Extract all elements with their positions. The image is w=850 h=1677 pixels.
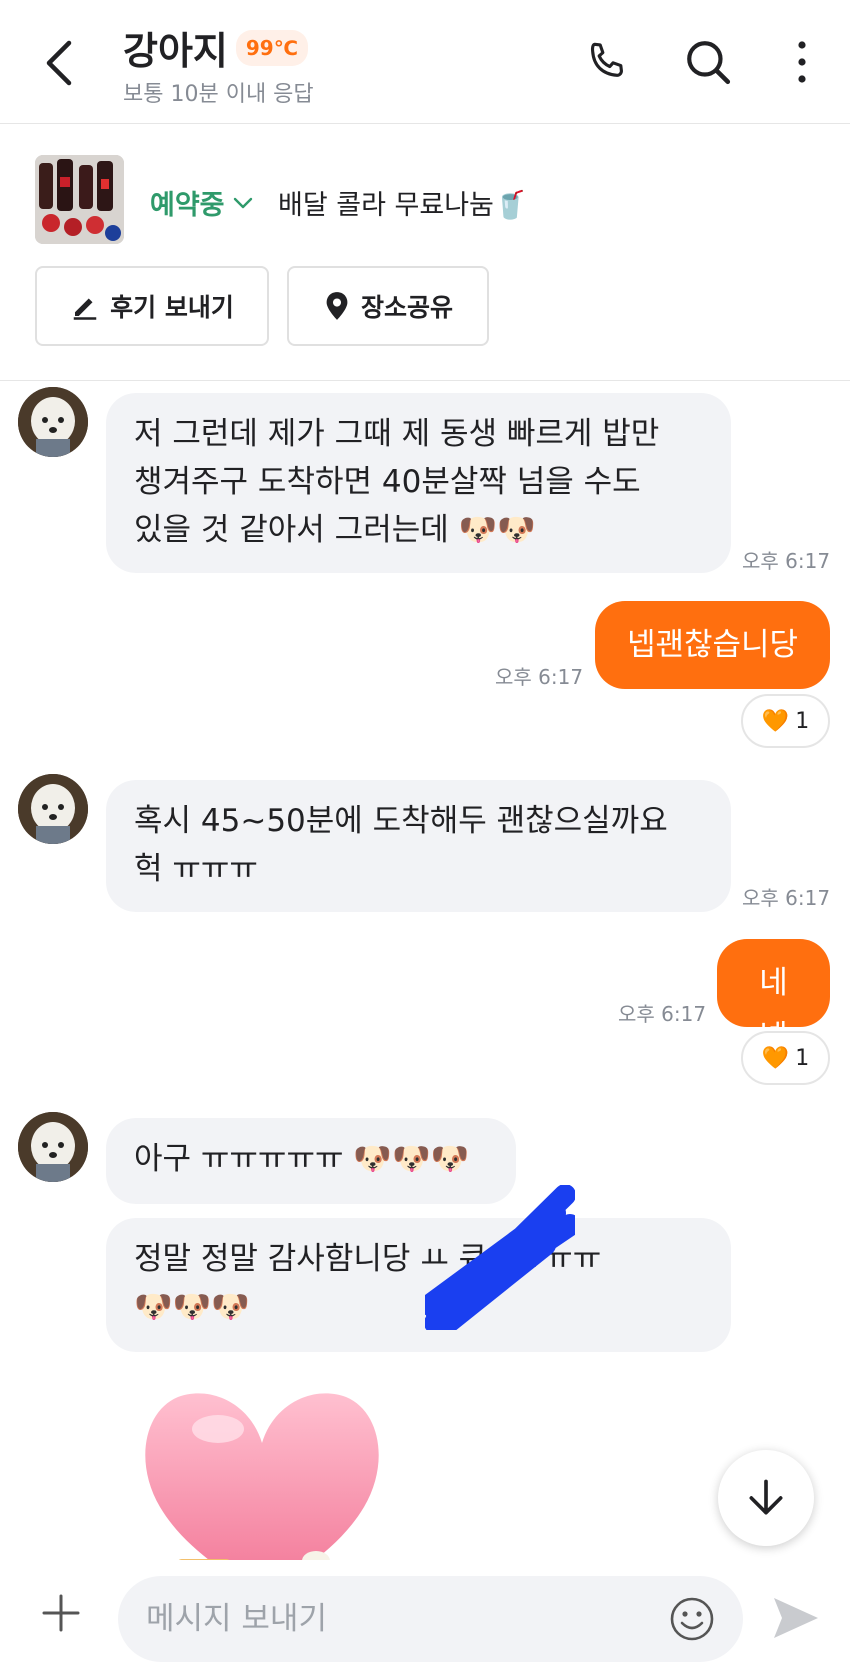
attach-button[interactable]: [36, 1588, 86, 1638]
message-line: 헉 ㅠㅠㅠ: [134, 851, 258, 887]
message-bubble-outgoing[interactable]: 넵괜찮습니당: [595, 601, 830, 689]
message-line: 있을 것 같아서 그러는데 🐶🐶: [134, 512, 536, 548]
cola-bottles-image: [35, 155, 124, 244]
blue-redaction-scribble: [425, 1185, 575, 1330]
partner-name: 강아지: [123, 29, 228, 73]
message-time: 오후 6:17: [495, 665, 584, 689]
dog-photo-avatar: [18, 387, 88, 457]
message-time: 오후 6:17: [618, 1002, 707, 1026]
reaction-badge[interactable]: 🧡 1: [741, 694, 830, 748]
partner-avatar[interactable]: [18, 1112, 88, 1182]
reaction-badge[interactable]: 🧡 1: [741, 1031, 830, 1085]
message-line: 정말 정말 감사함니당 ㅛ 큐ㅠㅠㅠㅠ: [134, 1241, 602, 1277]
reaction-count: 1: [795, 1045, 810, 1071]
more-button[interactable]: [776, 36, 828, 88]
message-line: 아구 ㅠㅠㅠㅠㅠ 🐶🐶🐶: [134, 1141, 470, 1177]
message-input-container: [118, 1576, 743, 1662]
message-time: 오후 6:17: [742, 886, 831, 910]
message-bubble-outgoing[interactable]: 네넵: [717, 939, 830, 1055]
more-vertical-icon: [798, 41, 806, 83]
message-line: 🐶🐶🐶: [134, 1289, 250, 1325]
manner-temperature-badge: 99℃: [235, 29, 308, 66]
share-location-button[interactable]: 장소공유: [287, 266, 489, 346]
location-pin-icon: [326, 292, 348, 320]
product-title: 배달 콜라 무료나눔🥤: [278, 190, 528, 221]
emoji-icon[interactable]: [669, 1596, 715, 1642]
status-label: 예약중: [150, 190, 225, 221]
send-review-label: 후기 보내기: [110, 293, 234, 322]
dog-photo-avatar: [18, 774, 88, 844]
send-review-button[interactable]: 후기 보내기: [35, 266, 269, 346]
reaction-count: 1: [795, 708, 810, 734]
search-icon: [687, 41, 731, 85]
arrow-down-icon: [749, 1479, 783, 1515]
response-time-text: 보통 10분 이내 응답: [123, 82, 314, 107]
message-line: 혹시 45~50분에 도착해두 괜찮으실까요: [134, 803, 668, 839]
reservation-status-dropdown[interactable]: 예약중: [150, 183, 253, 222]
message-input[interactable]: [146, 1576, 646, 1662]
share-location-label: 장소공유: [360, 293, 453, 322]
plus-icon: [42, 1594, 80, 1632]
product-panel: 예약중 배달 콜라 무료나눔🥤 후기 보내기 장소공유: [0, 125, 850, 381]
partner-avatar[interactable]: [18, 387, 88, 457]
scroll-to-bottom-button[interactable]: [718, 1450, 814, 1546]
chat-title: 강아지 99℃: [123, 20, 308, 75]
heart-emoji-icon: 🧡: [761, 708, 790, 734]
message-time: 오후 6:17: [742, 549, 831, 573]
back-arrow-icon: [46, 40, 72, 86]
message-line: 챙겨주구 도착하면 40분살짝 넘을 수도: [134, 464, 641, 500]
product-thumbnail[interactable]: [35, 155, 124, 244]
pencil-icon: [73, 298, 97, 320]
search-button[interactable]: [682, 36, 734, 88]
message-bubble-incoming[interactable]: 정말 정말 감사함니당 ㅛ 큐ㅠㅠㅠㅠ 🐶🐶🐶: [106, 1218, 731, 1352]
message-bubble-incoming[interactable]: 혹시 45~50분에 도착해두 괜찮으실까요 헉 ㅠㅠㅠ: [106, 780, 731, 912]
heart-emoji-icon: 🧡: [761, 1045, 790, 1071]
message-bubble-incoming[interactable]: 저 그런데 제가 그때 제 동생 빠르게 밥만 챙겨주구 도착하면 40분살짝 …: [106, 393, 731, 573]
message-composer: [0, 1560, 850, 1677]
dog-photo-avatar: [18, 1112, 88, 1182]
back-button[interactable]: [38, 38, 78, 88]
chevron-down-icon: [233, 197, 252, 208]
call-button[interactable]: [580, 36, 632, 88]
phone-icon: [590, 42, 623, 77]
chat-header: 강아지 99℃ 보통 10분 이내 응답: [0, 0, 850, 124]
message-line: 저 그런데 제가 그때 제 동생 빠르게 밥만: [134, 416, 660, 452]
partner-avatar[interactable]: [18, 774, 88, 844]
send-icon[interactable]: [770, 1592, 822, 1644]
